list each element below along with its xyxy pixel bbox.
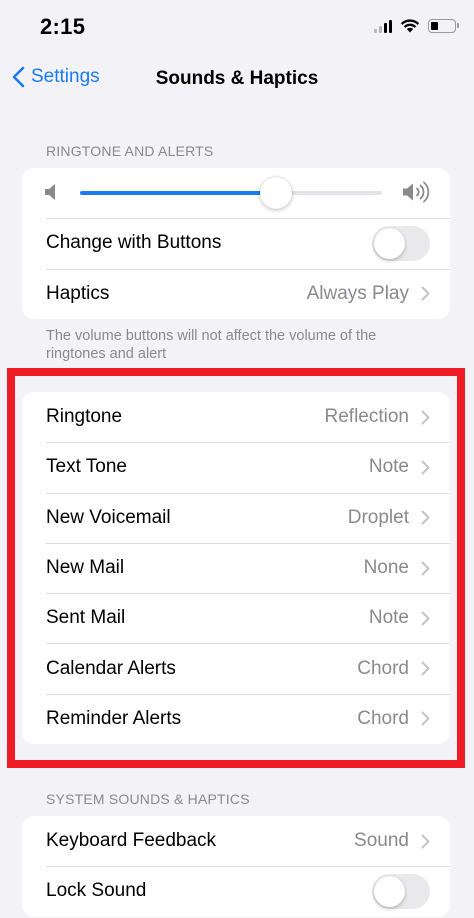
section-header-system-sounds: SYSTEM SOUNDS & HAPTICS [46, 791, 250, 807]
highlight-box [7, 368, 465, 768]
lock-sound-label: Lock Sound [46, 880, 147, 902]
toggle-knob [374, 875, 405, 907]
status-time: 2:15 [40, 14, 86, 39]
status-bar: 2:15 [0, 0, 474, 54]
chevron-right-icon [421, 834, 430, 849]
change-with-buttons-label: Change with Buttons [46, 232, 222, 254]
speaker-low-icon [45, 184, 55, 200]
speaker-high-icon [403, 181, 430, 203]
chevron-right-icon [421, 286, 430, 301]
navigation-bar: Settings Sounds & Haptics [0, 58, 474, 102]
keyboard-feedback-row[interactable]: Keyboard Feedback Sound [22, 816, 450, 866]
volume-footnote: The volume buttons will not affect the v… [46, 328, 377, 362]
cellular-signal-icon [374, 19, 392, 33]
battery-icon [428, 18, 459, 33]
toggle-knob [374, 227, 405, 259]
keyboard-feedback-value: Sound [354, 830, 409, 852]
lock-sound-toggle[interactable] [372, 873, 430, 909]
volume-slider-row [22, 168, 450, 218]
keyboard-feedback-label: Keyboard Feedback [46, 830, 217, 852]
volume-slider[interactable] [80, 177, 382, 209]
page-title: Sounds & Haptics [155, 68, 319, 89]
haptics-row[interactable]: Haptics Always Play [22, 268, 450, 319]
section-header-ringtone-alerts: RINGTONE AND ALERTS [46, 143, 214, 159]
ringtone-settings-group: Change with Buttons Haptics Always Play [22, 168, 450, 319]
status-icons [374, 18, 459, 33]
volume-slider-fill [80, 191, 277, 195]
haptics-label: Haptics [46, 282, 110, 304]
lock-sound-row: Lock Sound [22, 866, 450, 916]
change-with-buttons-toggle[interactable] [372, 225, 430, 261]
haptics-value: Always Play [306, 282, 409, 304]
change-with-buttons-row: Change with Buttons [22, 218, 450, 268]
volume-slider-thumb[interactable] [260, 177, 293, 209]
system-sounds-group: Keyboard Feedback Sound Lock Sound [22, 816, 450, 917]
wifi-icon [400, 19, 420, 33]
